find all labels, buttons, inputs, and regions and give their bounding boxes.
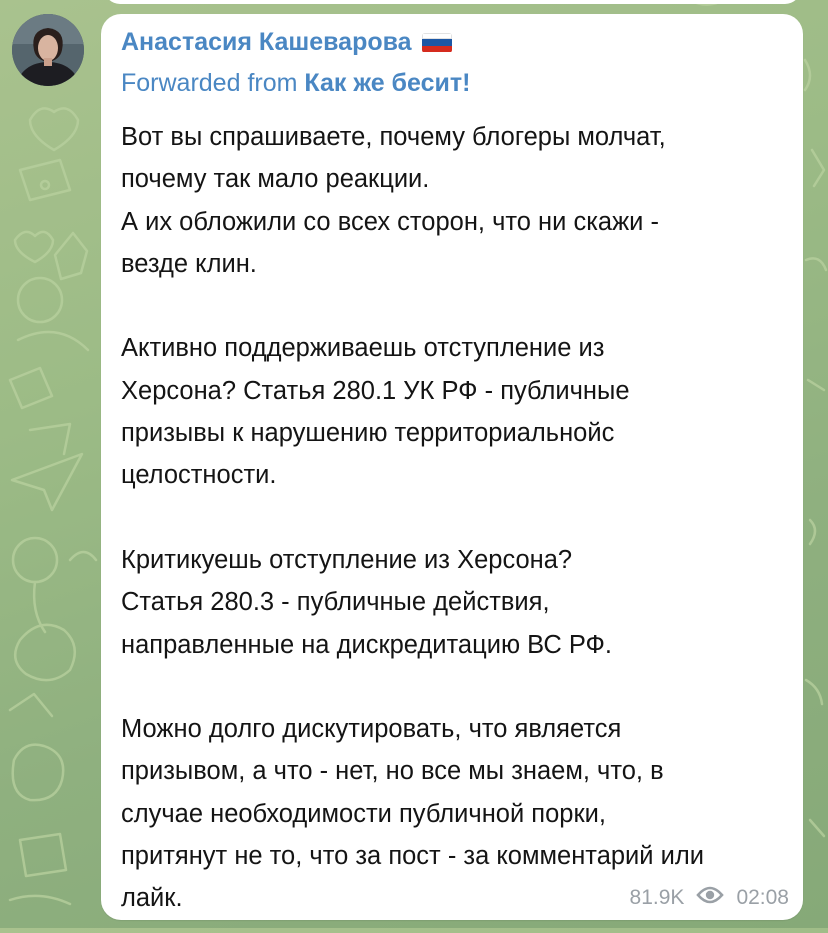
paragraph-spacer [121, 285, 789, 327]
message-time: 02:08 [736, 886, 789, 909]
eye-icon [696, 886, 725, 910]
forwarded-header[interactable]: Forwarded from Как же бесит! [121, 69, 470, 98]
message-meta: 81.9K 02:08 [630, 886, 789, 910]
sender-name[interactable]: Анастасия Кашеварова [121, 28, 452, 57]
message-text: Вот вы спрашиваете, почему блогеры молча… [121, 116, 789, 920]
message-paragraph: Критикуешь отступление из Херсона? Стать… [121, 545, 613, 659]
paragraph-spacer [121, 666, 789, 708]
paragraph-spacer [121, 497, 789, 539]
flag-stripe-blue [421, 39, 452, 46]
sender-name-label: Анастасия Кашеварова [121, 28, 412, 56]
channel-avatar[interactable] [12, 14, 84, 86]
message-bubble[interactable]: Анастасия Кашеварова Forwarded from Как … [101, 14, 803, 920]
forward-source-name[interactable]: Как же бесит! [304, 69, 470, 97]
message-paragraph: Вот вы спрашиваете, почему блогеры молча… [121, 123, 666, 278]
forwarded-prefix: Forwarded from [121, 69, 305, 97]
russia-flag-icon [421, 32, 452, 53]
view-count: 81.9K [629, 886, 685, 909]
flag-stripe-white [421, 32, 452, 40]
message-paragraph: Активно поддерживаешь отступление из Хер… [121, 334, 630, 490]
previous-message-bubble [104, 0, 801, 4]
flag-stripe-red [421, 45, 452, 53]
